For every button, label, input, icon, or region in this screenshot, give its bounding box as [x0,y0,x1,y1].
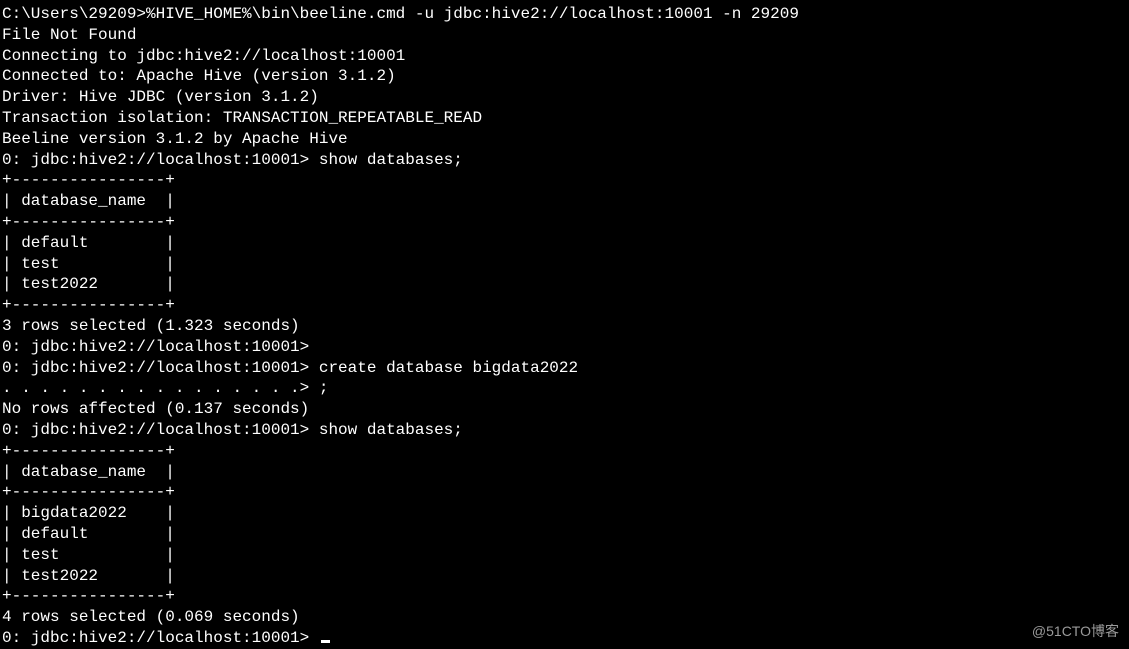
table-row: | test2022 | [2,274,1129,295]
beeline-prompt-line: 0: jdbc:hive2://localhost:10001> [2,337,1129,358]
output-line: Connected to: Apache Hive (version 3.1.2… [2,66,1129,87]
output-line: Transaction isolation: TRANSACTION_REPEA… [2,108,1129,129]
beeline-prompt-line: 0: jdbc:hive2://localhost:10001> create … [2,358,1129,379]
output-line: Beeline version 3.1.2 by Apache Hive [2,129,1129,150]
result-summary: 4 rows selected (0.069 seconds) [2,607,1129,628]
table-row: | default | [2,524,1129,545]
prompt-text: 0: jdbc:hive2://localhost:10001> [2,629,319,647]
table-border: +----------------+ [2,212,1129,233]
table-border: +----------------+ [2,482,1129,503]
table-row: | test | [2,545,1129,566]
table-header: | database_name | [2,462,1129,483]
table-border: +----------------+ [2,586,1129,607]
beeline-continuation-line: . . . . . . . . . . . . . . . .> ; [2,378,1129,399]
table-border: +----------------+ [2,170,1129,191]
table-row: | default | [2,233,1129,254]
watermark-text: @51CTO博客 [1032,622,1119,640]
output-line: Driver: Hive JDBC (version 3.1.2) [2,87,1129,108]
table-row: | test | [2,254,1129,275]
table-header: | database_name | [2,191,1129,212]
result-summary: No rows affected (0.137 seconds) [2,399,1129,420]
table-border: +----------------+ [2,441,1129,462]
table-row: | bigdata2022 | [2,503,1129,524]
table-row: | test2022 | [2,566,1129,587]
cmd-prompt-line: C:\Users\29209>%HIVE_HOME%\bin\beeline.c… [2,4,1129,25]
table-border: +----------------+ [2,295,1129,316]
cursor-icon [321,640,330,643]
result-summary: 3 rows selected (1.323 seconds) [2,316,1129,337]
output-line: Connecting to jdbc:hive2://localhost:100… [2,46,1129,67]
beeline-prompt-line: 0: jdbc:hive2://localhost:10001> show da… [2,420,1129,441]
output-line: File Not Found [2,25,1129,46]
beeline-prompt-line: 0: jdbc:hive2://localhost:10001> show da… [2,150,1129,171]
